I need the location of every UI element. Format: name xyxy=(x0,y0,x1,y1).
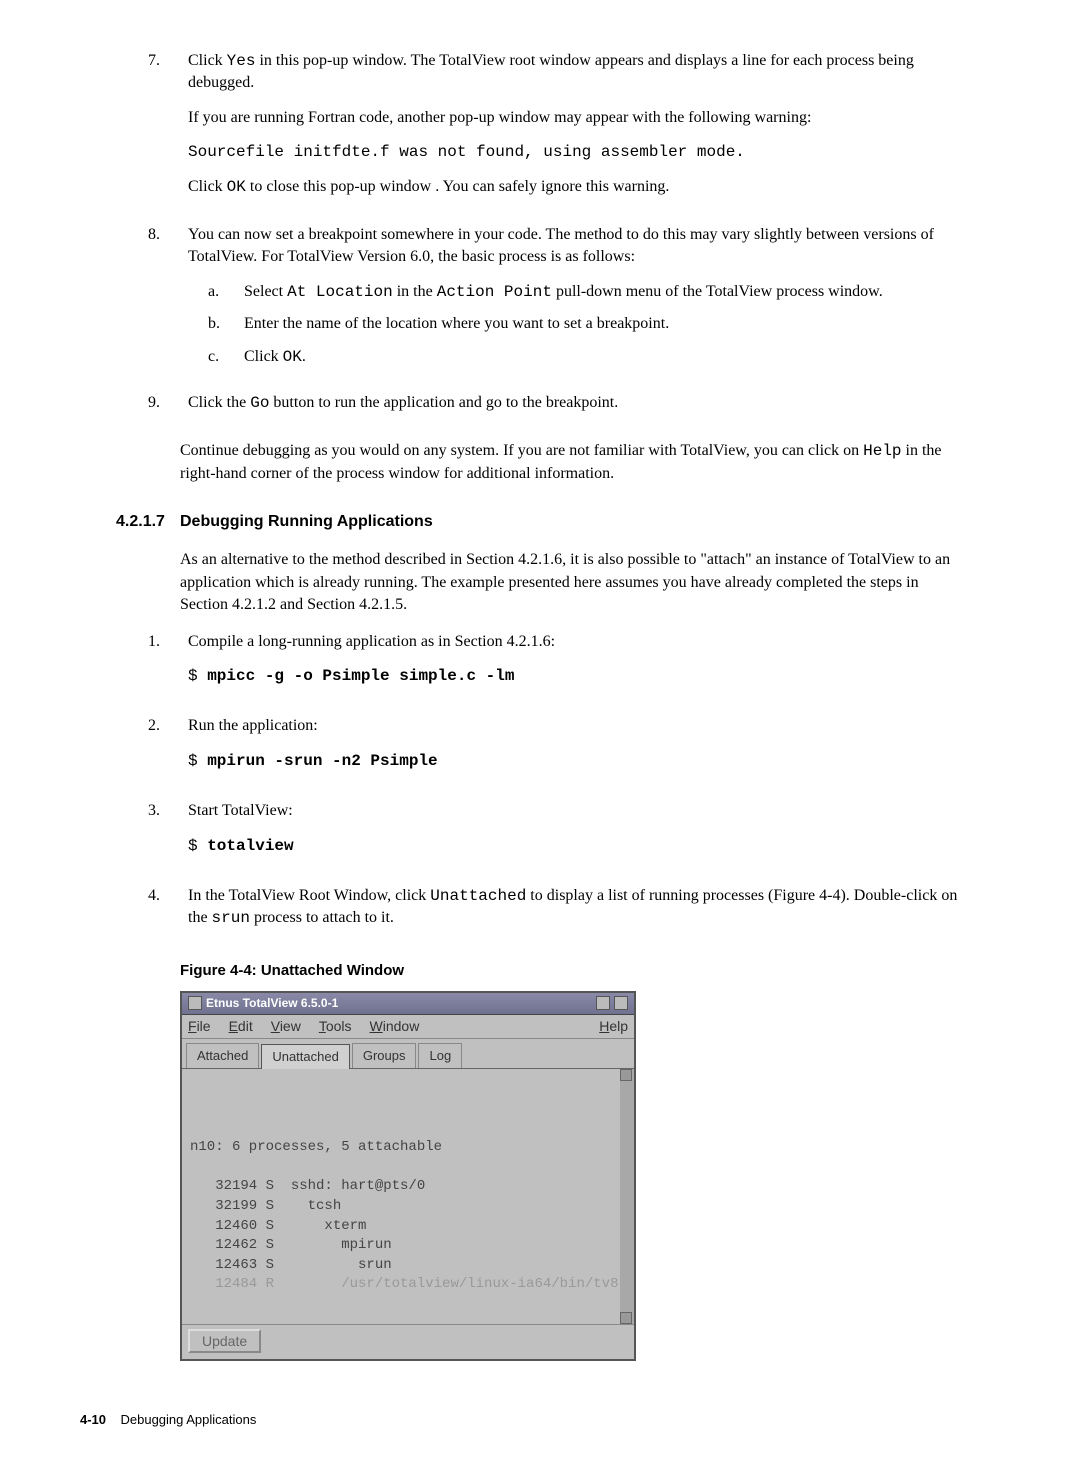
step-8a: a. Select At Location in the Action Poin… xyxy=(208,281,970,303)
process-row[interactable]: 32199 S tcsh xyxy=(190,1198,341,1214)
step-9-text: Click the Go button to run the applicati… xyxy=(188,392,970,414)
section-intro: As an alternative to the method describe… xyxy=(180,549,970,616)
step-9: 9. Click the Go button to run the applic… xyxy=(148,392,970,426)
process-row[interactable]: 12460 S xterm xyxy=(190,1218,366,1234)
dbg-step-3-cmd: $ totalview xyxy=(188,835,970,857)
window-footer: Update xyxy=(182,1324,634,1359)
process-heading: n10: 6 processes, 5 attachable xyxy=(190,1139,442,1155)
dbg-step-1: 1. Compile a long-running application as… xyxy=(148,631,970,702)
step-7-p3: Click OK to close this pop-up window . Y… xyxy=(188,176,970,198)
dbg-step-2-cmd: $ mpirun -srun -n2 Psimple xyxy=(188,750,970,772)
update-button[interactable]: Update xyxy=(188,1329,261,1353)
process-row[interactable]: 12484 R /usr/totalview/linux-ia64/bin/tv… xyxy=(190,1276,618,1292)
menu-window[interactable]: Window xyxy=(370,1017,420,1037)
step-8b: b. Enter the name of the location where … xyxy=(208,313,970,335)
step-7-code: Sourcefile initfdte.f was not found, usi… xyxy=(188,141,970,163)
dbg-step-3: 3. Start TotalView: $ totalview xyxy=(148,800,970,871)
menu-view[interactable]: View xyxy=(271,1017,301,1037)
menubar: File Edit View Tools Window Help xyxy=(182,1015,634,1040)
step-8-num: 8. xyxy=(148,224,188,378)
totalview-window: Etnus TotalView 6.5.0-1 File Edit View T… xyxy=(180,991,636,1362)
section-heading: 4.2.1.7 Debugging Running Applications xyxy=(180,511,1000,533)
process-row[interactable]: 32194 S sshd: hart@pts/0 xyxy=(190,1178,425,1194)
dbg-step-2: 2. Run the application: $ mpirun -srun -… xyxy=(148,715,970,786)
scroll-down-icon[interactable] xyxy=(620,1312,632,1324)
menu-help[interactable]: Help xyxy=(599,1017,628,1037)
menu-edit[interactable]: Edit xyxy=(229,1017,253,1037)
tab-attached[interactable]: Attached xyxy=(186,1043,259,1068)
process-row[interactable]: 12462 S mpirun xyxy=(190,1237,392,1253)
step-8-p1: You can now set a breakpoint somewhere i… xyxy=(188,224,970,269)
titlebar: Etnus TotalView 6.5.0-1 xyxy=(182,993,634,1015)
dbg-step-4-text: In the TotalView Root Window, click Unat… xyxy=(188,885,970,930)
menu-tools[interactable]: Tools xyxy=(319,1017,352,1037)
step-8c: c. Click OK. xyxy=(208,346,970,368)
tab-log[interactable]: Log xyxy=(418,1043,462,1068)
step-7-p2: If you are running Fortran code, another… xyxy=(188,107,970,129)
tab-groups[interactable]: Groups xyxy=(352,1043,417,1068)
process-list[interactable]: n10: 6 processes, 5 attachable 32194 S s… xyxy=(182,1069,634,1324)
window-menu-icon[interactable] xyxy=(188,996,202,1010)
continue-para: Continue debugging as you would on any s… xyxy=(180,440,970,485)
tabbar: Attached Unattached Groups Log xyxy=(182,1039,634,1069)
page-footer: 4-10 Debugging Applications xyxy=(80,1411,1000,1429)
window-max-icon[interactable] xyxy=(614,996,628,1010)
menu-file[interactable]: File xyxy=(188,1017,211,1037)
step-7: 7. Click Yes in this pop-up window. The … xyxy=(148,50,970,210)
step-7-num: 7. xyxy=(148,50,188,210)
process-row[interactable]: 12463 S srun xyxy=(190,1257,392,1273)
dbg-step-4: 4. In the TotalView Root Window, click U… xyxy=(148,885,970,942)
step-7-p1: Click Yes in this pop-up window. The Tot… xyxy=(188,50,970,95)
section-number: 4.2.1.7 xyxy=(116,511,180,533)
step-8: 8. You can now set a breakpoint somewher… xyxy=(148,224,970,378)
tab-unattached[interactable]: Unattached xyxy=(261,1044,350,1069)
page-number: 4-10 xyxy=(80,1412,106,1427)
scroll-up-icon[interactable] xyxy=(620,1069,632,1081)
dbg-step-1-cmd: $ mpicc -g -o Psimple simple.c -lm xyxy=(188,665,970,687)
footer-label: Debugging Applications xyxy=(120,1412,256,1427)
step-9-num: 9. xyxy=(148,392,188,426)
window-min-icon[interactable] xyxy=(596,996,610,1010)
section-title: Debugging Running Applications xyxy=(180,511,433,533)
window-title: Etnus TotalView 6.5.0-1 xyxy=(206,995,338,1012)
figure-caption: Figure 4-4: Unattached Window xyxy=(180,960,970,981)
